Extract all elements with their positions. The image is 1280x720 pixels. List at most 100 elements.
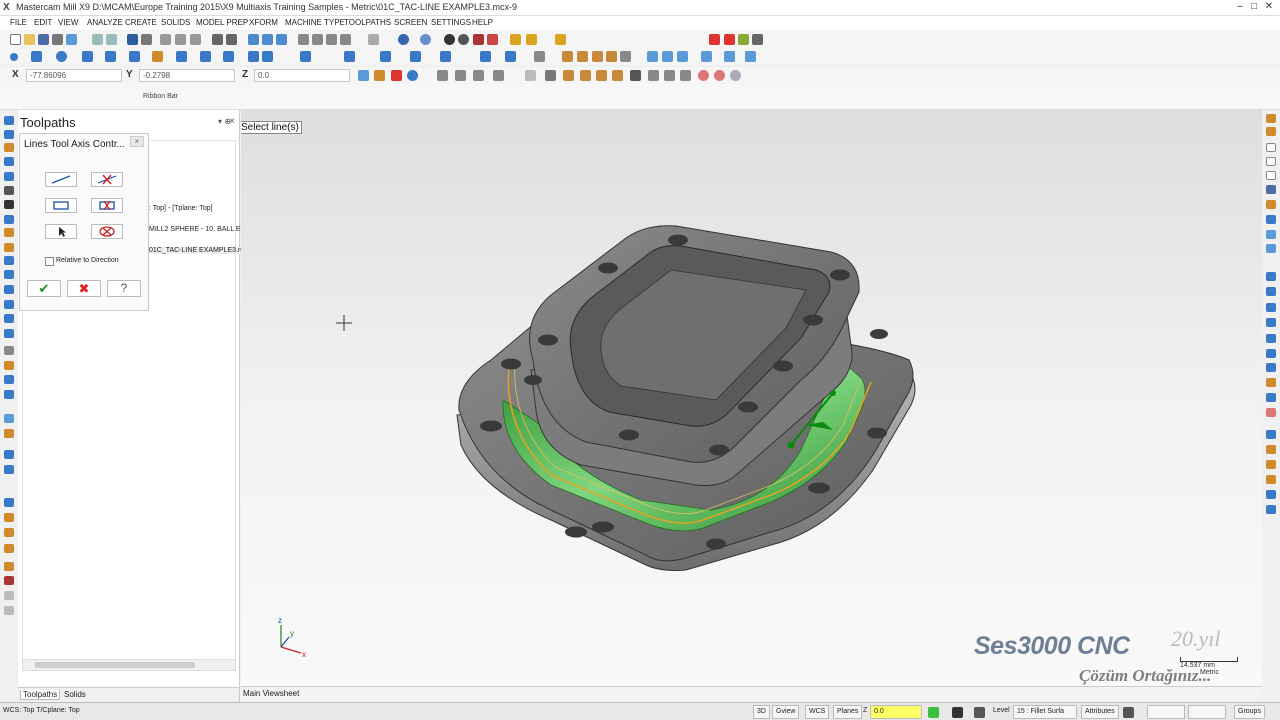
help-button[interactable]: ? (107, 280, 141, 297)
left-tool-27-icon[interactable] (4, 528, 14, 537)
chamfer-icon[interactable] (300, 51, 311, 62)
left-tool-25-icon[interactable] (4, 498, 14, 507)
right-tool-17-icon[interactable] (1266, 363, 1276, 372)
right-tool-20-icon[interactable] (1266, 408, 1276, 417)
z-coordinate-input[interactable]: 0.0 (254, 69, 350, 82)
rectangle-icon[interactable] (82, 51, 93, 62)
left-tool-22-icon[interactable] (4, 429, 14, 438)
left-tool-7-icon[interactable] (4, 200, 14, 209)
right-tool-4-icon[interactable] (1266, 157, 1276, 166)
left-tool-30-icon[interactable] (4, 576, 14, 585)
scrollbar-thumb[interactable] (35, 662, 195, 668)
left-tool-6-icon[interactable] (4, 186, 14, 195)
fit-icon[interactable] (127, 34, 138, 45)
right-tool-11-icon[interactable] (1266, 272, 1276, 281)
project-icon[interactable] (344, 51, 355, 62)
stop-icon[interactable] (698, 70, 709, 81)
toolpath-manager-icon[interactable] (724, 51, 735, 62)
save-icon[interactable] (38, 34, 49, 45)
solid-sweep-icon[interactable] (606, 51, 617, 62)
menu-screen[interactable]: SCREEN (394, 18, 427, 27)
select-mode-icon[interactable] (473, 70, 484, 81)
add-line-button[interactable] (45, 172, 77, 187)
sweep-icon[interactable] (505, 51, 516, 62)
toolpath-red-2-icon[interactable] (724, 34, 735, 45)
unzoom-icon[interactable] (175, 34, 186, 45)
point-style-icon[interactable] (1123, 707, 1134, 718)
translate-icon[interactable] (248, 34, 259, 45)
tab-main-viewsheet[interactable]: Main Viewsheet (243, 689, 299, 698)
ruled-icon[interactable] (380, 51, 391, 62)
line-icon[interactable] (31, 51, 42, 62)
open-file-icon[interactable] (24, 34, 35, 45)
snapshot-icon[interactable] (66, 34, 77, 45)
dialog-close-button[interactable]: × (130, 136, 144, 147)
z-depth-input[interactable]: 0.0 (870, 705, 922, 719)
x-coordinate-input[interactable]: -77.86096 (26, 69, 122, 82)
remove-all-button[interactable] (91, 224, 123, 239)
status-wcs-button[interactable]: WCS (805, 705, 830, 719)
right-tool-9-icon[interactable] (1266, 230, 1276, 239)
top-view-icon[interactable] (312, 34, 323, 45)
toolpath-2d-icon[interactable] (647, 51, 658, 62)
left-tool-32-icon[interactable] (4, 606, 14, 615)
horizontal-scrollbar[interactable] (22, 659, 236, 671)
new-file-icon[interactable] (10, 34, 21, 45)
tab-toolpaths[interactable]: Toolpaths (20, 690, 61, 700)
right-tool-7-icon[interactable] (1266, 200, 1276, 209)
maximize-button[interactable]: □ (1247, 1, 1261, 14)
zoom-target-icon[interactable] (190, 34, 201, 45)
right-tool-18-icon[interactable] (1266, 378, 1276, 387)
ruler-icon[interactable] (526, 34, 537, 45)
tree-item-plane[interactable]: : Top] - [Tplane: Top] (149, 205, 213, 212)
right-tool-5-icon[interactable] (1266, 171, 1276, 180)
level-select[interactable]: 15 : Fillet Surfa (1013, 705, 1077, 719)
right-tool-14-icon[interactable] (1266, 318, 1276, 327)
cube-view-icon[interactable] (298, 34, 309, 45)
left-tool-8-icon[interactable] (4, 215, 14, 224)
snap-icon[interactable] (391, 70, 402, 81)
left-tool-28-icon[interactable] (4, 544, 14, 553)
left-tool-14-icon[interactable] (4, 300, 14, 309)
point-icon[interactable] (10, 53, 18, 61)
tab-solids[interactable]: Solids (62, 690, 88, 699)
solid-loft-icon[interactable] (592, 51, 603, 62)
menu-edit[interactable]: EDIT (34, 18, 52, 27)
loft-icon[interactable] (440, 51, 451, 62)
left-tool-15-icon[interactable] (4, 314, 14, 323)
left-tool-13-icon[interactable] (4, 285, 14, 294)
menu-model-prep[interactable]: MODEL PREP (196, 18, 248, 27)
fast-point-icon[interactable] (358, 70, 369, 81)
right-tool-25-icon[interactable] (1266, 490, 1276, 499)
front-view-icon[interactable] (326, 34, 337, 45)
left-tool-12-icon[interactable] (4, 270, 14, 279)
break-icon[interactable] (223, 51, 234, 62)
right-view-icon[interactable] (340, 34, 351, 45)
right-tool-15-icon[interactable] (1266, 334, 1276, 343)
select-only-icon[interactable] (455, 70, 466, 81)
right-tool-23-icon[interactable] (1266, 460, 1276, 469)
verify-icon[interactable] (738, 34, 749, 45)
status-planes-button[interactable]: Planes (833, 705, 863, 719)
menu-help[interactable]: HELP (472, 18, 493, 27)
magic-wand-icon[interactable] (555, 34, 566, 45)
line-style-select[interactable] (1147, 705, 1185, 719)
left-tool-9-icon[interactable] (4, 228, 14, 237)
settings-gear-icon[interactable] (730, 70, 741, 81)
clear-icon[interactable] (714, 70, 725, 81)
right-tool-24-icon[interactable] (1266, 475, 1276, 484)
line-width-select[interactable] (1188, 705, 1226, 719)
tree-item-nc-file[interactable]: 01C_TAC-LINE EXAMPLE3.nc (149, 247, 246, 254)
left-tool-16-icon[interactable] (4, 329, 14, 338)
menu-xform[interactable]: XFORM (249, 18, 278, 27)
zoom-out-icon[interactable] (226, 34, 237, 45)
rotate-icon[interactable] (262, 34, 273, 45)
left-tool-4-icon[interactable] (4, 157, 14, 166)
menu-analyze[interactable]: ANALYZE (87, 18, 123, 27)
status-groups-button[interactable]: Groups (1234, 705, 1265, 719)
plane-icon[interactable] (368, 34, 379, 45)
right-tool-22-icon[interactable] (1266, 445, 1276, 454)
left-tool-23-icon[interactable] (4, 450, 14, 459)
left-tool-5-icon[interactable] (4, 172, 14, 181)
spline-icon[interactable] (129, 51, 140, 62)
